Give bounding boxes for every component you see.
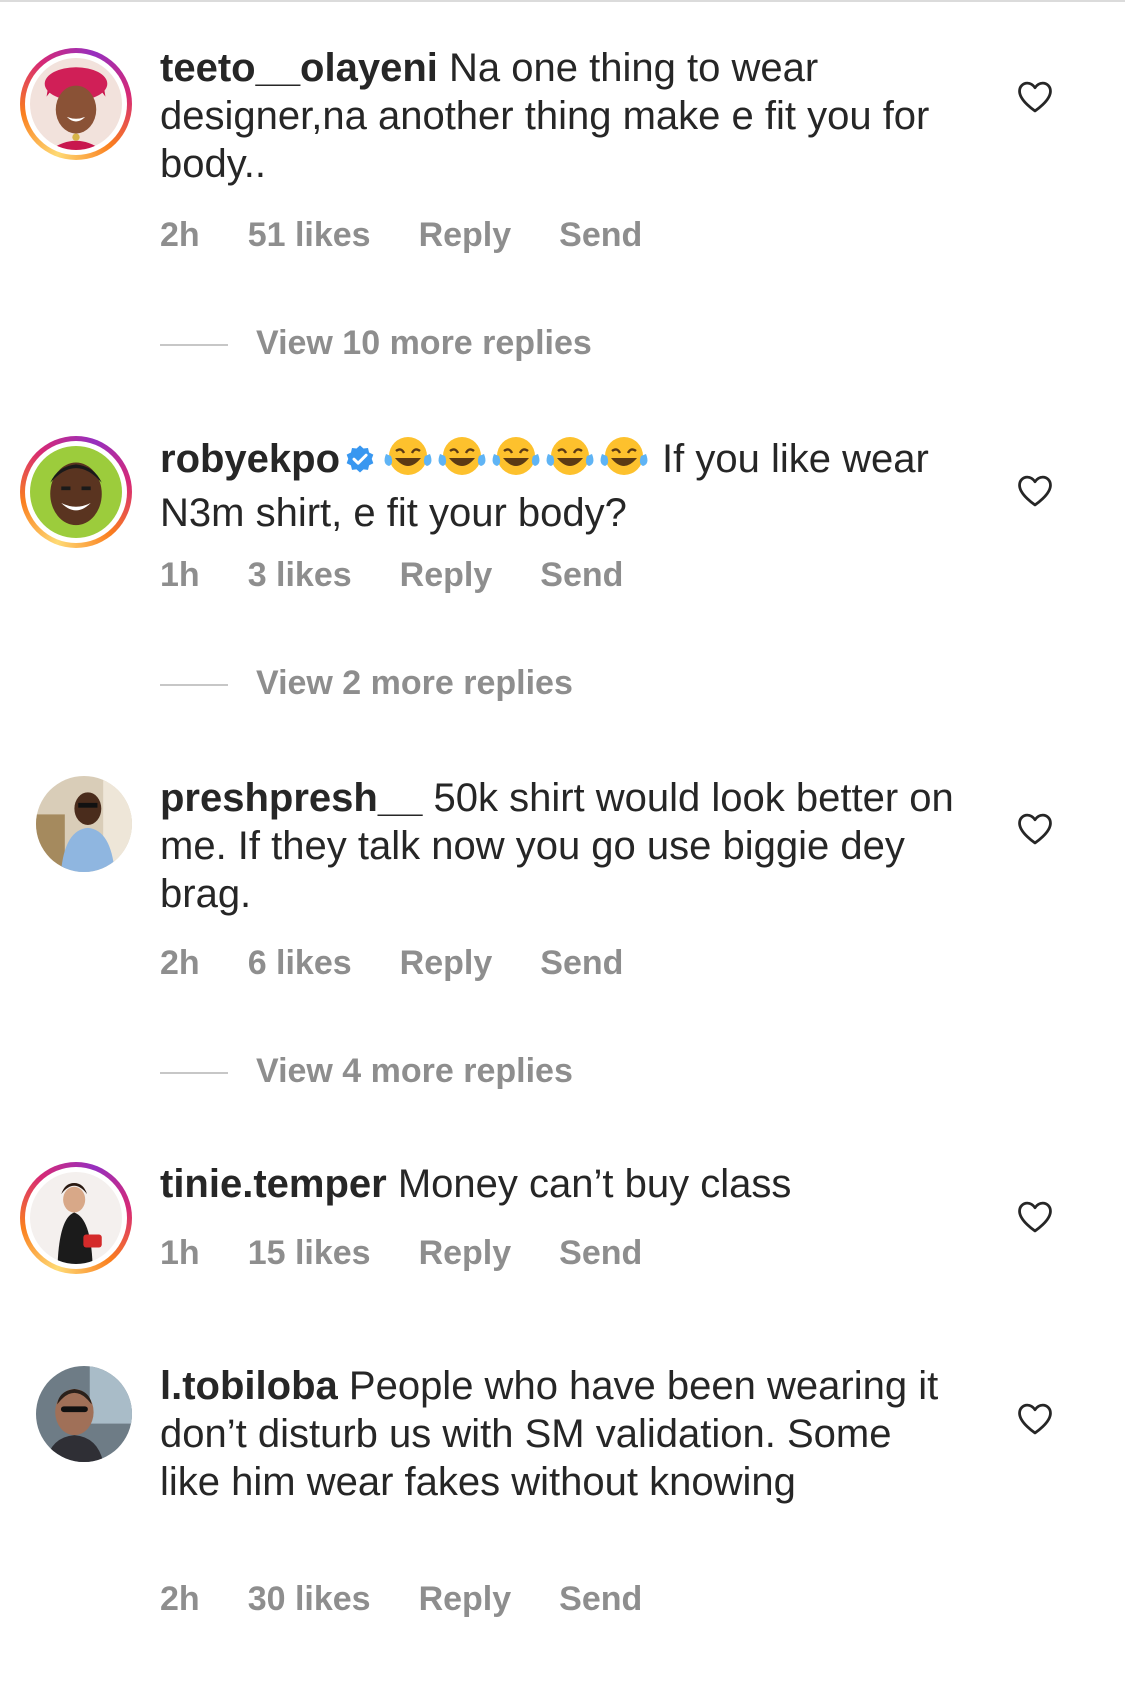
verified-badge-icon	[346, 445, 374, 473]
reply-button[interactable]: Reply	[400, 556, 493, 594]
username[interactable]: teeto__olayeni	[160, 46, 438, 90]
send-button[interactable]: Send	[559, 1234, 642, 1272]
reply-button[interactable]: Reply	[419, 1580, 512, 1618]
like-heart-icon[interactable]	[1016, 1200, 1054, 1234]
like-heart-icon[interactable]	[1016, 80, 1054, 114]
send-button[interactable]: Send	[559, 1580, 642, 1618]
avatar[interactable]	[36, 1366, 132, 1462]
comment-time: 2h	[160, 944, 200, 982]
comment-text: l.tobiloba People who have been wearing …	[160, 1362, 960, 1506]
avatar[interactable]	[36, 776, 132, 872]
laughing-tears-emoji-icon	[492, 437, 540, 475]
view-replies-button[interactable]: View 4 more replies	[160, 1052, 573, 1091]
comment-meta: 2h 6 likes Reply Send	[160, 944, 671, 983]
likes-count[interactable]: 15 likes	[248, 1234, 371, 1272]
top-divider	[0, 0, 1125, 2]
likes-count[interactable]: 30 likes	[248, 1580, 371, 1618]
send-button[interactable]: Send	[540, 944, 623, 982]
avatar-image	[30, 1172, 122, 1264]
send-button[interactable]: Send	[540, 556, 623, 594]
comment-time: 2h	[160, 216, 200, 254]
view-replies-label: View 2 more replies	[256, 664, 573, 702]
comment-meta: 2h 30 likes Reply Send	[160, 1580, 690, 1619]
view-replies-label: View 4 more replies	[256, 1052, 573, 1090]
comment-meta: 1h 15 likes Reply Send	[160, 1234, 690, 1273]
comment-text: tinie.temper Money can’t buy class	[160, 1160, 960, 1208]
comment-meta: 1h 3 likes Reply Send	[160, 556, 671, 595]
username[interactable]: l.tobiloba	[160, 1364, 338, 1408]
view-replies-button[interactable]: View 2 more replies	[160, 664, 573, 703]
avatar-image	[30, 446, 122, 538]
laughing-tears-emoji-icon	[438, 437, 486, 475]
emoji-group	[382, 434, 652, 489]
comment-meta: 2h 51 likes Reply Send	[160, 216, 690, 255]
reply-button[interactable]: Reply	[419, 1234, 512, 1272]
laughing-tears-emoji-icon	[600, 437, 648, 475]
avatar-image	[36, 1366, 132, 1462]
avatar-image	[30, 58, 122, 150]
view-replies-button[interactable]: View 10 more replies	[160, 324, 592, 363]
like-heart-icon[interactable]	[1016, 1402, 1054, 1436]
send-button[interactable]: Send	[559, 216, 642, 254]
likes-count[interactable]: 6 likes	[248, 944, 352, 982]
likes-count[interactable]: 51 likes	[248, 216, 371, 254]
likes-count[interactable]: 3 likes	[248, 556, 352, 594]
laughing-tears-emoji-icon	[384, 437, 432, 475]
replies-divider-line	[160, 1072, 228, 1075]
replies-divider-line	[160, 344, 228, 347]
avatar[interactable]	[20, 436, 132, 548]
avatar-image	[36, 776, 132, 872]
reply-button[interactable]: Reply	[400, 944, 493, 982]
view-replies-label: View 10 more replies	[256, 324, 592, 362]
username[interactable]: preshpresh__	[160, 776, 422, 820]
username[interactable]: tinie.temper	[160, 1162, 387, 1206]
avatar[interactable]	[20, 1162, 132, 1274]
avatar[interactable]	[20, 48, 132, 160]
reply-button[interactable]: Reply	[419, 216, 512, 254]
laughing-tears-emoji-icon	[546, 437, 594, 475]
comment-time: 2h	[160, 1580, 200, 1618]
like-heart-icon[interactable]	[1016, 474, 1054, 508]
replies-divider-line	[160, 684, 228, 687]
comment-text: robyekpo If you like wear N3m shirt, e f…	[160, 434, 960, 537]
comment-time: 1h	[160, 556, 200, 594]
comment-body: Money can’t buy class	[397, 1162, 792, 1206]
username[interactable]: robyekpo	[160, 437, 340, 481]
comment-text: teeto__olayeni Na one thing to wear desi…	[160, 44, 960, 188]
comment-text: preshpresh__ 50k shirt would look better…	[160, 774, 960, 918]
like-heart-icon[interactable]	[1016, 812, 1054, 846]
comment-time: 1h	[160, 1234, 200, 1272]
